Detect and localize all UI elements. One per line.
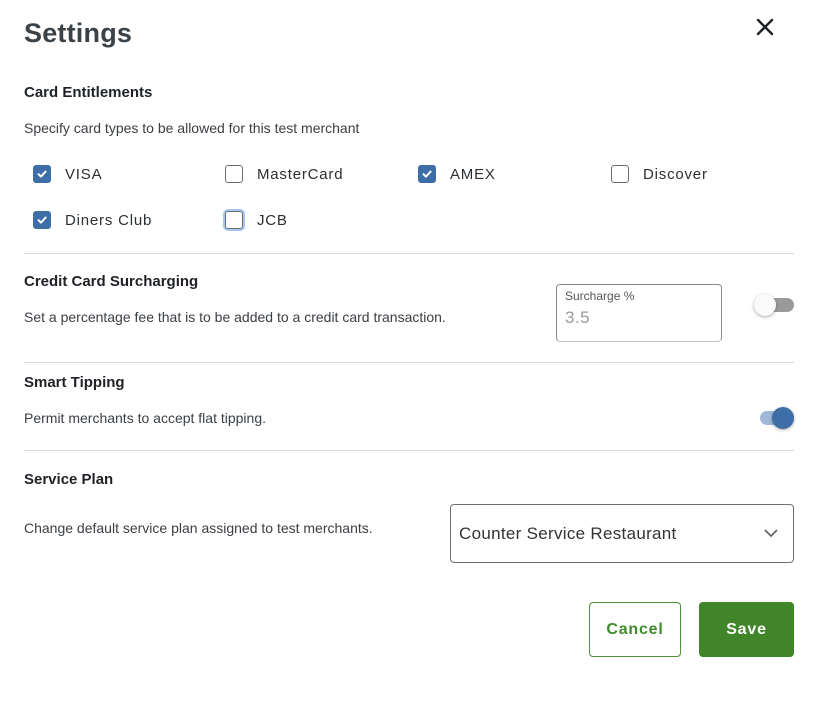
checkbox-label: VISA [65,165,103,183]
checkbox-mastercard[interactable]: MasterCard [225,165,343,183]
service-plan-title: Service Plan [24,471,114,488]
checkbox-label: JCB [257,211,288,229]
checkmark-icon [37,216,47,224]
card-entitlements-title: Card Entitlements [24,84,153,101]
checkmark-icon [37,170,47,178]
divider [24,362,794,363]
checkbox-box[interactable] [225,211,243,229]
surcharge-input[interactable]: Surcharge % 3.5 [556,284,722,342]
checkbox-box[interactable] [33,211,51,229]
checkbox-label: MasterCard [257,165,344,183]
divider [24,450,794,451]
service-plan-select[interactable]: Counter Service Restaurant [450,504,794,563]
surcharge-toggle[interactable] [754,293,794,317]
checkbox-box[interactable] [418,165,436,183]
service-plan-description: Change default service plan assigned to … [24,520,373,536]
service-plan-value: Counter Service Restaurant [459,523,677,543]
checkbox-amex[interactable]: AMEX [418,165,496,183]
divider [24,253,794,254]
save-button[interactable]: Save [699,602,794,657]
checkbox-box[interactable] [33,165,51,183]
cancel-button[interactable]: Cancel [589,602,681,657]
surcharge-value[interactable]: 3.5 [565,308,713,328]
checkbox-jcb[interactable]: JCB [225,211,288,229]
checkmark-icon [422,170,432,178]
checkbox-box[interactable] [611,165,629,183]
checkbox-diners-club[interactable]: Diners Club [33,211,152,229]
page-title: Settings [24,18,133,48]
checkbox-discover[interactable]: Discover [611,165,708,183]
smart-tipping-description: Permit merchants to accept flat tipping. [24,410,266,426]
toggle-thumb[interactable] [754,294,776,316]
checkbox-box[interactable] [225,165,243,183]
toggle-thumb[interactable] [772,407,794,429]
surcharging-title: Credit Card Surcharging [24,273,199,290]
surcharge-label: Surcharge % [565,289,635,303]
checkbox-label: Diners Club [65,211,153,229]
smart-tipping-toggle[interactable] [754,406,794,430]
card-entitlements-description: Specify card types to be allowed for thi… [24,120,360,136]
close-icon [756,18,774,36]
checkbox-label: AMEX [450,165,496,183]
close-button[interactable] [752,14,778,40]
chevron-down-icon [764,529,778,538]
checkbox-label: Discover [643,165,708,183]
surcharging-description: Set a percentage fee that is to be added… [24,309,446,325]
checkbox-visa[interactable]: VISA [33,165,102,183]
smart-tipping-title: Smart Tipping [24,374,125,391]
